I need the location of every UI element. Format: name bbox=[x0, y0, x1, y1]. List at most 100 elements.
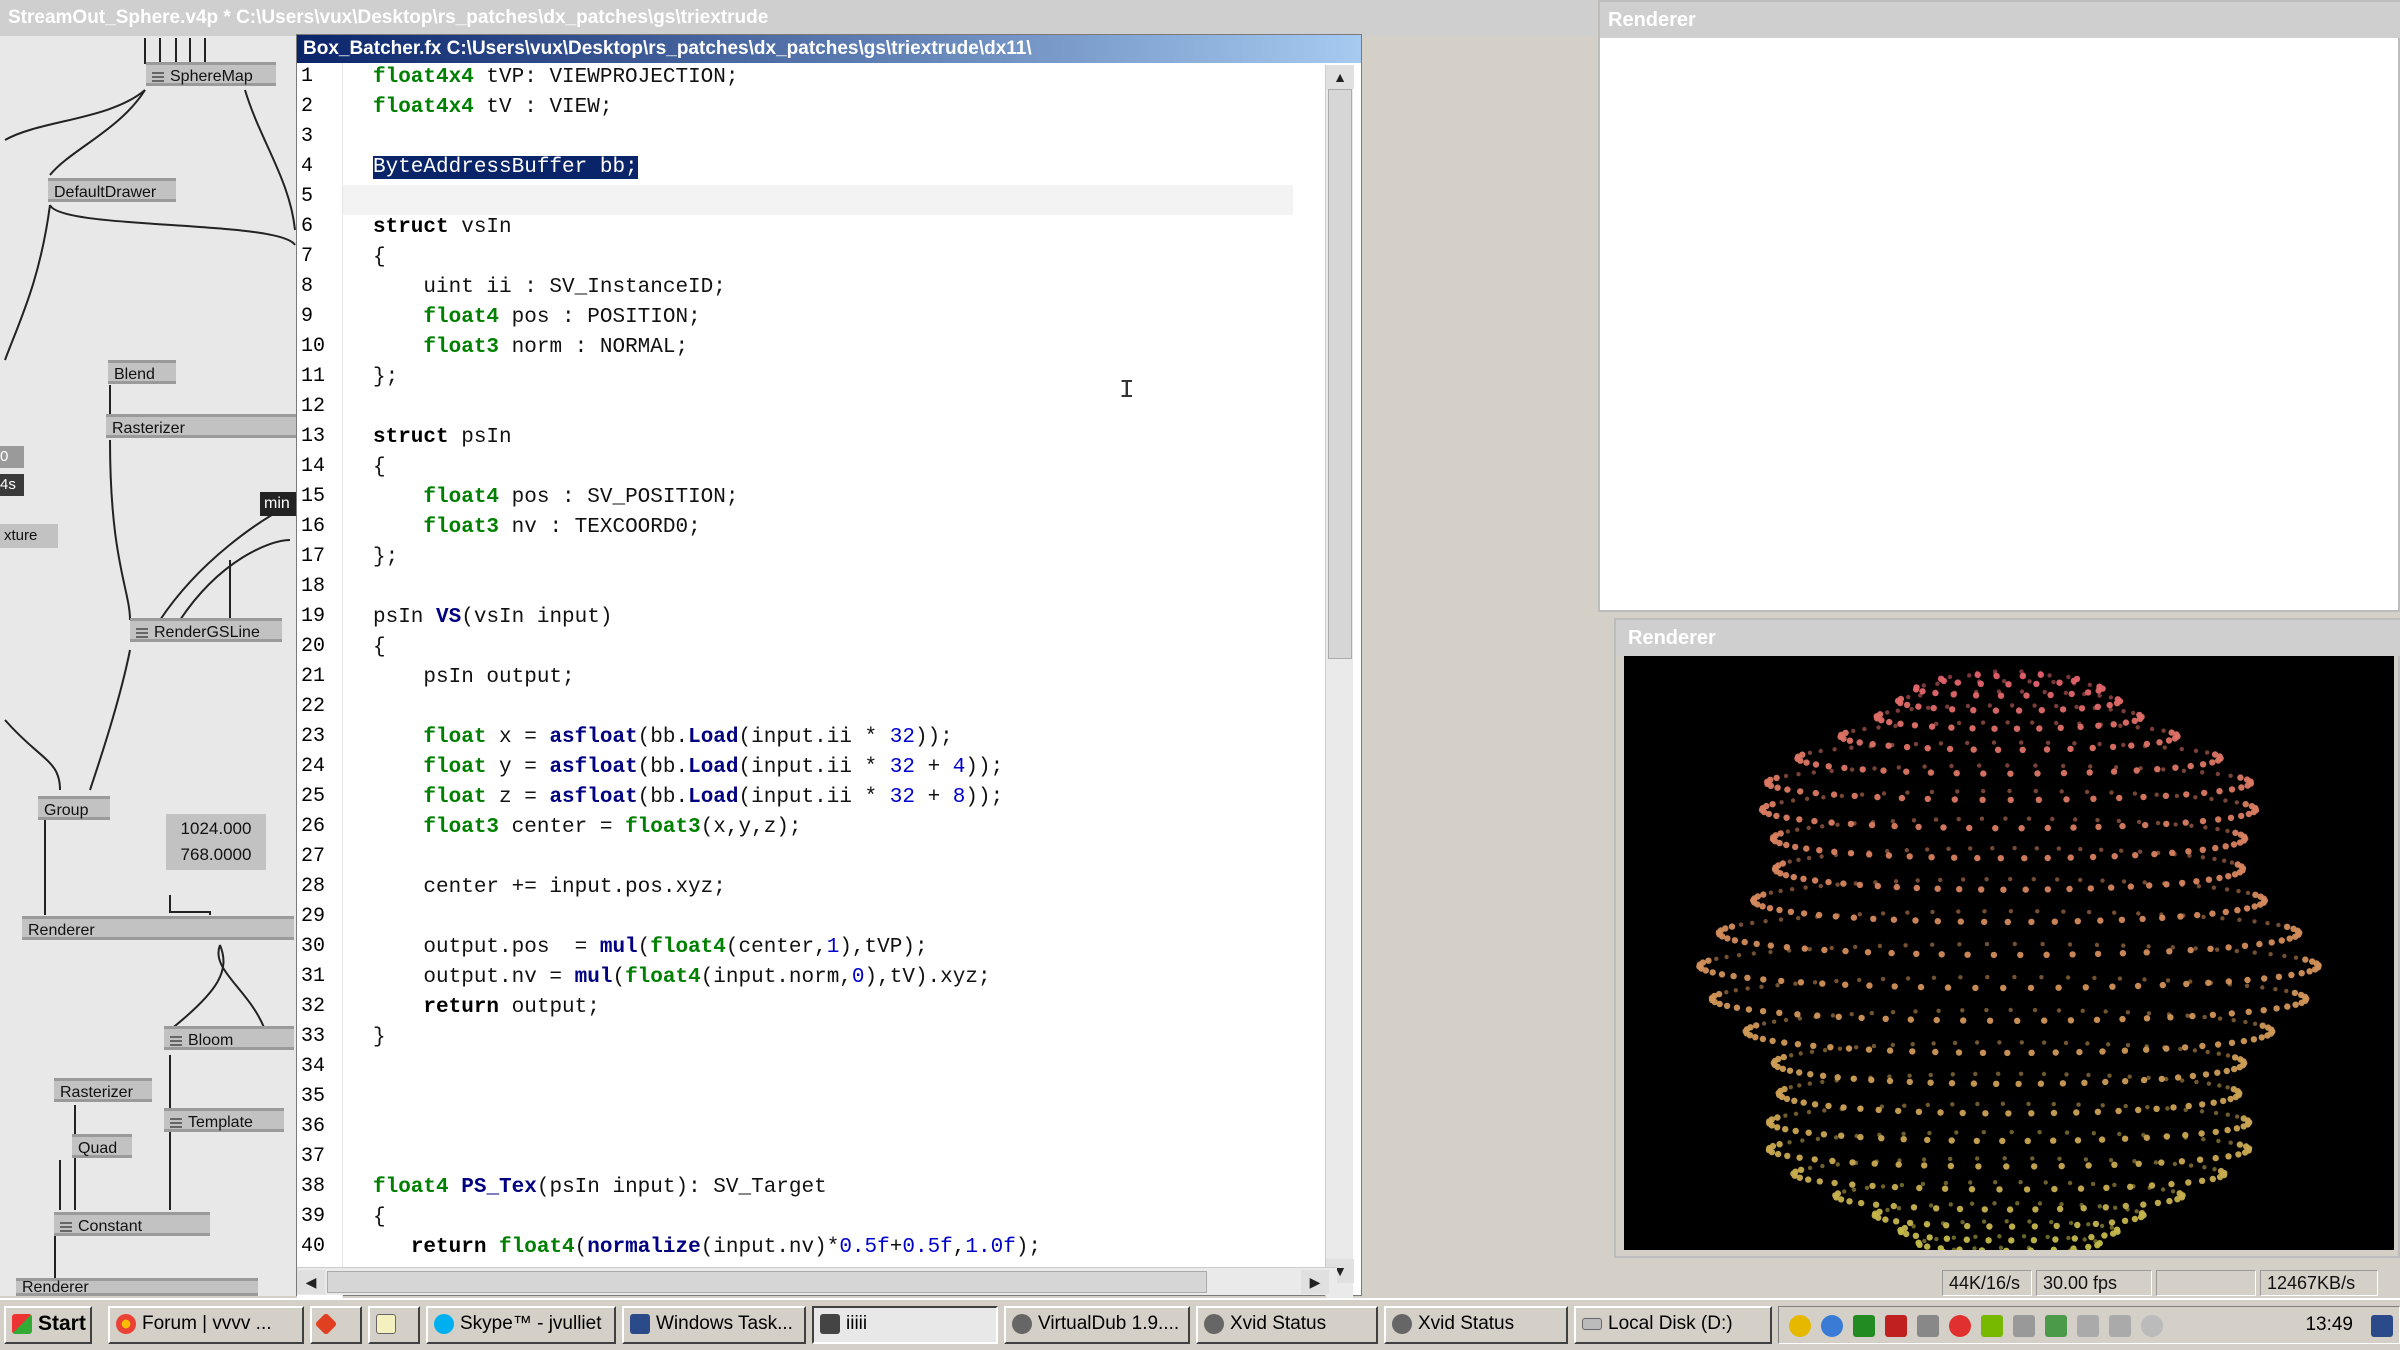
particle-point bbox=[2283, 923, 2291, 930]
particle-point bbox=[1911, 818, 1917, 823]
node-constant[interactable]: Constant bbox=[54, 1212, 210, 1236]
renderer-title-bottom[interactable]: Renderer bbox=[1616, 620, 2400, 656]
horizontal-scrollbar[interactable]: ◀ ▶ bbox=[297, 1267, 1337, 1295]
particle-point bbox=[1771, 1019, 1777, 1024]
particle-point bbox=[1862, 726, 1867, 732]
taskbar-item-notepad[interactable] bbox=[368, 1306, 420, 1344]
tray-nvidia-icon[interactable] bbox=[1981, 1315, 2003, 1337]
scroll-up-icon[interactable]: ▲ bbox=[1326, 65, 1354, 89]
particle-point bbox=[2166, 1012, 2172, 1017]
particle-point bbox=[2009, 1129, 2014, 1135]
particle-point bbox=[2090, 795, 2097, 802]
particle-point bbox=[1846, 1198, 1853, 1205]
start-button[interactable]: Start bbox=[4, 1306, 92, 1344]
particle-point bbox=[2050, 816, 2055, 822]
particle-point bbox=[1912, 722, 1917, 727]
particle-point bbox=[1924, 745, 1931, 752]
tray-network-icon[interactable] bbox=[1821, 1315, 1843, 1337]
tray-volume-icon[interactable] bbox=[2141, 1315, 2163, 1337]
node-quad[interactable]: Quad bbox=[72, 1134, 132, 1158]
particle-point bbox=[1944, 984, 1952, 991]
renderer-window-bottom[interactable]: Renderer bbox=[1614, 618, 2400, 1264]
particle-point bbox=[1885, 849, 1890, 854]
particle-point bbox=[1978, 886, 1985, 893]
line-number: 4 bbox=[301, 155, 314, 178]
taskbar-item-xvid-1[interactable]: Xvid Status bbox=[1196, 1306, 1378, 1344]
vertical-scroll-thumb[interactable] bbox=[1328, 89, 1352, 659]
particle-point bbox=[1849, 767, 1855, 772]
particle-point bbox=[2182, 819, 2189, 826]
node-menu-icon bbox=[60, 1221, 72, 1232]
taskbar-item-forum[interactable]: Forum | vvvv ... bbox=[108, 1306, 304, 1344]
taskbar-item-local-disk[interactable]: Local Disk (D:) bbox=[1574, 1306, 1772, 1344]
tray-messenger-icon[interactable] bbox=[1789, 1315, 1811, 1337]
taskbar-item-vvvv[interactable]: iiiii bbox=[812, 1306, 998, 1344]
taskbar-item-app-red[interactable] bbox=[310, 1306, 362, 1344]
horizontal-scroll-thumb[interactable] bbox=[327, 1271, 1207, 1293]
particle-point bbox=[2231, 1018, 2236, 1023]
taskbar-item-skype[interactable]: Skype™ - jvulliet bbox=[426, 1306, 616, 1344]
tray-flag-icon[interactable] bbox=[2013, 1315, 2035, 1337]
tray-green-icon[interactable] bbox=[1853, 1315, 1875, 1337]
tray-stop-icon[interactable] bbox=[1949, 1315, 1971, 1337]
code-line-33: } bbox=[373, 1026, 386, 1049]
node-renderer[interactable]: Renderer bbox=[22, 916, 294, 940]
particle-point bbox=[2099, 847, 2104, 852]
tray-windows-icon[interactable] bbox=[1917, 1315, 1939, 1337]
node-group[interactable]: Group bbox=[38, 796, 110, 820]
code-line-23: float x = asfloat(bb.Load(input.ii * 32)… bbox=[423, 726, 953, 749]
particle-point bbox=[2231, 871, 2239, 878]
taskbar-item-xvid-2[interactable]: Xvid Status bbox=[1384, 1306, 1568, 1344]
particle-point bbox=[1872, 1201, 1880, 1208]
tray-show-desktop-icon[interactable] bbox=[2371, 1315, 2393, 1337]
particle-point bbox=[2236, 888, 2241, 894]
node-template[interactable]: Template bbox=[164, 1108, 284, 1132]
tray-shield-icon[interactable] bbox=[2045, 1315, 2067, 1337]
node-texture[interactable]: xture bbox=[0, 524, 58, 548]
particle-point bbox=[2250, 1036, 2258, 1043]
node-renderer-bottom[interactable]: Renderer bbox=[16, 1278, 258, 1296]
code-line-10: float3 norm : NORMAL; bbox=[423, 336, 689, 359]
particle-point bbox=[1999, 1137, 2006, 1145]
scroll-left-icon[interactable]: ◀ bbox=[297, 1270, 325, 1294]
editor-title[interactable]: Box_Batcher.fx C:\Users\vux\Desktop\rs_p… bbox=[297, 35, 1361, 63]
resolution-iobox[interactable]: 1024.000 768.0000 bbox=[166, 814, 266, 870]
particle-point bbox=[1849, 851, 1854, 856]
node-blend[interactable]: Blend bbox=[108, 360, 176, 384]
code-line-30: output.pos = mul(float4(center,1),tVP); bbox=[373, 936, 928, 959]
particle-point bbox=[1947, 1162, 1955, 1170]
particle-point bbox=[2065, 975, 2071, 980]
particle-point bbox=[2069, 951, 2076, 958]
scroll-right-icon[interactable]: ▶ bbox=[1301, 1270, 1329, 1294]
node-defaultdrawer[interactable]: DefaultDrawer bbox=[48, 178, 176, 202]
tray-speaker-red-icon[interactable] bbox=[1885, 1315, 1907, 1337]
particle-point bbox=[1975, 1101, 1980, 1107]
node-rendergsline[interactable]: RenderGSLine bbox=[130, 618, 282, 642]
node-rasterizer-top[interactable]: Rasterizer bbox=[106, 414, 296, 438]
taskbar-item-task-manager[interactable]: Windows Task... bbox=[622, 1306, 806, 1344]
renderer-title-top[interactable]: Renderer bbox=[1600, 2, 2400, 38]
node-min[interactable]: min bbox=[260, 492, 296, 516]
left-value-box[interactable]: 0 bbox=[0, 446, 24, 468]
left-value-box-dark[interactable]: 4s bbox=[0, 474, 24, 496]
vertical-scrollbar[interactable]: ▲ ▼ bbox=[1325, 65, 1354, 1301]
renderer-window-top[interactable]: Renderer bbox=[1598, 0, 2400, 612]
particle-point bbox=[2076, 1048, 2083, 1056]
particle-point bbox=[2074, 918, 2081, 925]
particle-point bbox=[1763, 919, 1768, 924]
particle-point bbox=[2118, 916, 2126, 923]
node-bloom[interactable]: Bloom bbox=[164, 1026, 294, 1050]
particle-point bbox=[1896, 765, 1901, 770]
code-area[interactable]: float4x4 tVP: VIEWPROJECTION; float4x4 t… bbox=[373, 63, 1293, 1299]
particle-point bbox=[1927, 769, 1935, 776]
particle-point bbox=[2268, 952, 2273, 957]
tray-usb-icon[interactable] bbox=[2077, 1315, 2099, 1337]
particle-point bbox=[1921, 683, 1926, 688]
node-spheremap[interactable]: SphereMap bbox=[146, 62, 276, 86]
tray-signal-icon[interactable] bbox=[2109, 1315, 2131, 1337]
selected-text[interactable]: ByteAddressBuffer bb; bbox=[373, 156, 638, 179]
code-line-40: return float4(normalize(input.nv)*0.5f+0… bbox=[410, 1236, 1042, 1259]
node-rasterizer-bottom[interactable]: Rasterizer bbox=[54, 1078, 152, 1102]
taskbar-item-virtualdub[interactable]: VirtualDub 1.9.... bbox=[1004, 1306, 1190, 1344]
render-viewport[interactable] bbox=[1624, 656, 2394, 1264]
